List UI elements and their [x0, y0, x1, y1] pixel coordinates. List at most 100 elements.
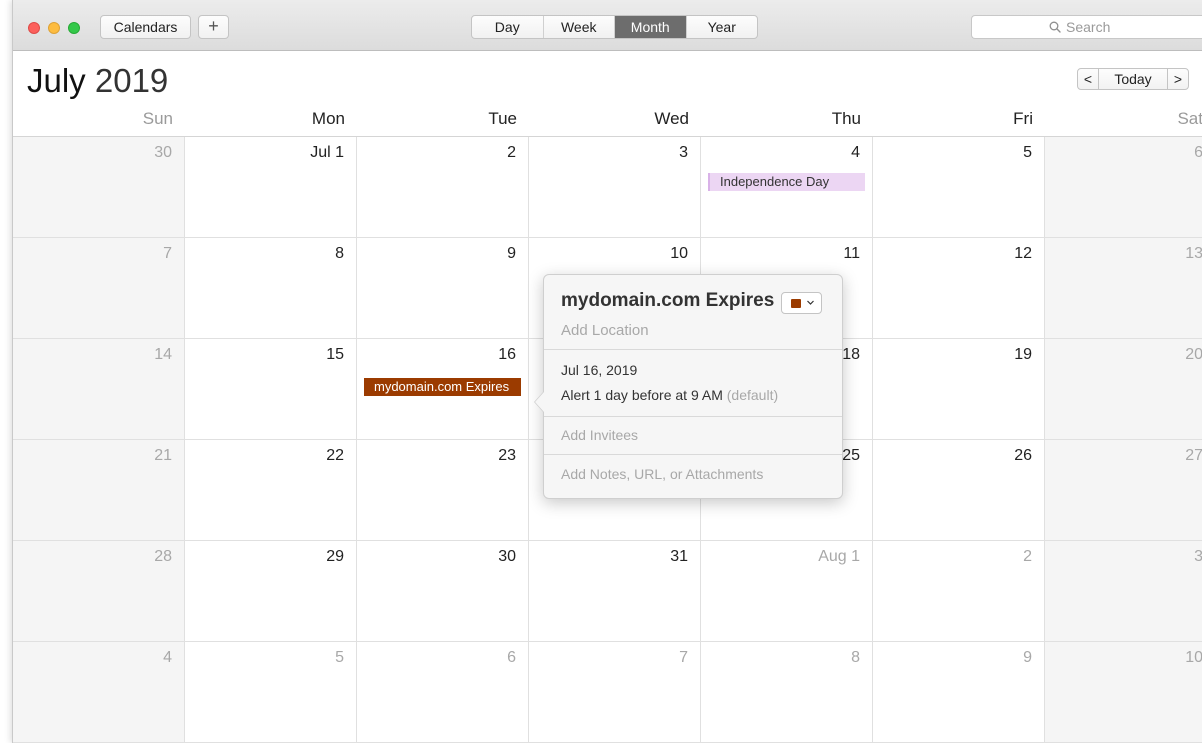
- search-input[interactable]: [1061, 19, 1126, 35]
- day-cell[interactable]: 6: [357, 642, 529, 743]
- day-number: 9: [1023, 649, 1032, 666]
- event-mydomain-expires[interactable]: mydomain.com Expires: [364, 378, 521, 396]
- tab-week[interactable]: Week: [544, 16, 615, 38]
- toolbar: Calendars + Day Week Month Year: [13, 0, 1202, 51]
- calendar-color-picker[interactable]: [781, 292, 822, 314]
- day-number: 2: [1023, 548, 1032, 565]
- next-month-button[interactable]: >: [1167, 68, 1189, 90]
- day-cell[interactable]: 7: [13, 238, 185, 339]
- add-event-button[interactable]: +: [198, 15, 229, 39]
- day-cell[interactable]: 5: [873, 137, 1045, 238]
- day-cell[interactable]: 22: [185, 440, 357, 541]
- day-cell[interactable]: 4: [13, 642, 185, 743]
- day-number: 21: [154, 447, 172, 464]
- previous-month-button[interactable]: <: [1077, 68, 1099, 90]
- day-cell[interactable]: 5: [185, 642, 357, 743]
- day-cell[interactable]: 27: [1045, 440, 1202, 541]
- day-cell[interactable]: 6: [1045, 137, 1202, 238]
- day-number: 29: [326, 548, 344, 565]
- event-popover: mydomain.com Expires Add Location Jul 16…: [534, 274, 843, 499]
- day-number: 4: [851, 144, 860, 161]
- event-alert[interactable]: Alert 1 day before at 9 AM (default): [561, 387, 778, 403]
- day-cell[interactable]: 3: [529, 137, 701, 238]
- day-cell[interactable]: 26: [873, 440, 1045, 541]
- day-cell[interactable]: 8: [701, 642, 873, 743]
- tab-year[interactable]: Year: [687, 16, 758, 38]
- day-cell[interactable]: 4 Independence Day: [701, 137, 873, 238]
- weekday-mon: Mon: [311, 109, 345, 128]
- month-navigation: < Today >: [1077, 68, 1189, 92]
- calendar-color-swatch: [791, 299, 801, 308]
- add-invitees-field[interactable]: Add Invitees: [561, 427, 638, 443]
- day-number: 14: [154, 346, 172, 363]
- day-number: 25: [842, 447, 860, 464]
- zoom-window-button[interactable]: [68, 22, 80, 34]
- tab-day[interactable]: Day: [472, 16, 544, 38]
- day-number: 5: [1023, 144, 1032, 161]
- day-number: 30: [154, 144, 172, 161]
- day-number: 10: [1185, 649, 1202, 666]
- calendars-button[interactable]: Calendars: [100, 15, 191, 39]
- day-cell[interactable]: 28: [13, 541, 185, 642]
- day-number: 26: [1014, 447, 1032, 464]
- day-cell[interactable]: 15: [185, 339, 357, 440]
- day-cell[interactable]: 23: [357, 440, 529, 541]
- search-icon: [1049, 21, 1061, 33]
- day-number: 18: [842, 346, 860, 363]
- day-cell[interactable]: 3: [1045, 541, 1202, 642]
- day-number: 9: [507, 245, 516, 262]
- day-number: 15: [326, 346, 344, 363]
- month-name: July: [27, 62, 86, 99]
- day-number: 27: [1185, 447, 1202, 464]
- day-cell[interactable]: 29: [185, 541, 357, 642]
- day-cell[interactable]: 9: [357, 238, 529, 339]
- day-cell[interactable]: 21: [13, 440, 185, 541]
- event-title[interactable]: mydomain.com Expires: [561, 290, 774, 312]
- day-number: 7: [679, 649, 688, 666]
- tab-month[interactable]: Month: [615, 16, 687, 38]
- day-cell[interactable]: 13: [1045, 238, 1202, 339]
- minimize-window-button[interactable]: [48, 22, 60, 34]
- day-cell[interactable]: 10: [1045, 642, 1202, 743]
- day-cell[interactable]: 2: [357, 137, 529, 238]
- popover-divider: [544, 416, 842, 417]
- weekday-header: Sun Mon Tue Wed Thu Fri Sat: [13, 106, 1202, 137]
- add-location-field[interactable]: Add Location: [561, 322, 649, 339]
- event-alert-default: (default): [726, 387, 779, 403]
- chevron-down-icon: [807, 300, 814, 305]
- month-title: July 2019: [27, 62, 168, 100]
- day-cell[interactable]: 20: [1045, 339, 1202, 440]
- weekday-sat: Sat: [1177, 109, 1202, 128]
- event-independence-day[interactable]: Independence Day: [708, 173, 865, 191]
- close-window-button[interactable]: [28, 22, 40, 34]
- day-cell[interactable]: 14: [13, 339, 185, 440]
- day-cell[interactable]: 7: [529, 642, 701, 743]
- popover-divider: [544, 349, 842, 350]
- day-cell[interactable]: 31: [529, 541, 701, 642]
- day-cell[interactable]: 30: [13, 137, 185, 238]
- day-number: 19: [1014, 346, 1032, 363]
- day-number: 20: [1185, 346, 1202, 363]
- day-cell[interactable]: 12: [873, 238, 1045, 339]
- day-cell[interactable]: 19: [873, 339, 1045, 440]
- day-number: 3: [679, 144, 688, 161]
- day-number: 10: [670, 245, 688, 262]
- day-number: 23: [498, 447, 516, 464]
- day-number: 8: [335, 245, 344, 262]
- day-number: 28: [154, 548, 172, 565]
- day-cell[interactable]: Jul 1: [185, 137, 357, 238]
- event-date[interactable]: Jul 16, 2019: [561, 362, 637, 378]
- day-cell[interactable]: 9: [873, 642, 1045, 743]
- today-button[interactable]: Today: [1099, 68, 1167, 90]
- day-cell[interactable]: 8: [185, 238, 357, 339]
- add-notes-field[interactable]: Add Notes, URL, or Attachments: [561, 466, 763, 482]
- day-number: 12: [1014, 245, 1032, 262]
- day-cell[interactable]: 16 mydomain.com Expires: [357, 339, 529, 440]
- day-number: 6: [1194, 144, 1202, 162]
- day-cell[interactable]: Aug 1: [701, 541, 873, 642]
- day-cell[interactable]: 30: [357, 541, 529, 642]
- weekday-thu: Thu: [831, 109, 861, 128]
- day-cell[interactable]: 2: [873, 541, 1045, 642]
- month-year: 2019: [94, 62, 169, 99]
- popover-arrow: [534, 391, 544, 413]
